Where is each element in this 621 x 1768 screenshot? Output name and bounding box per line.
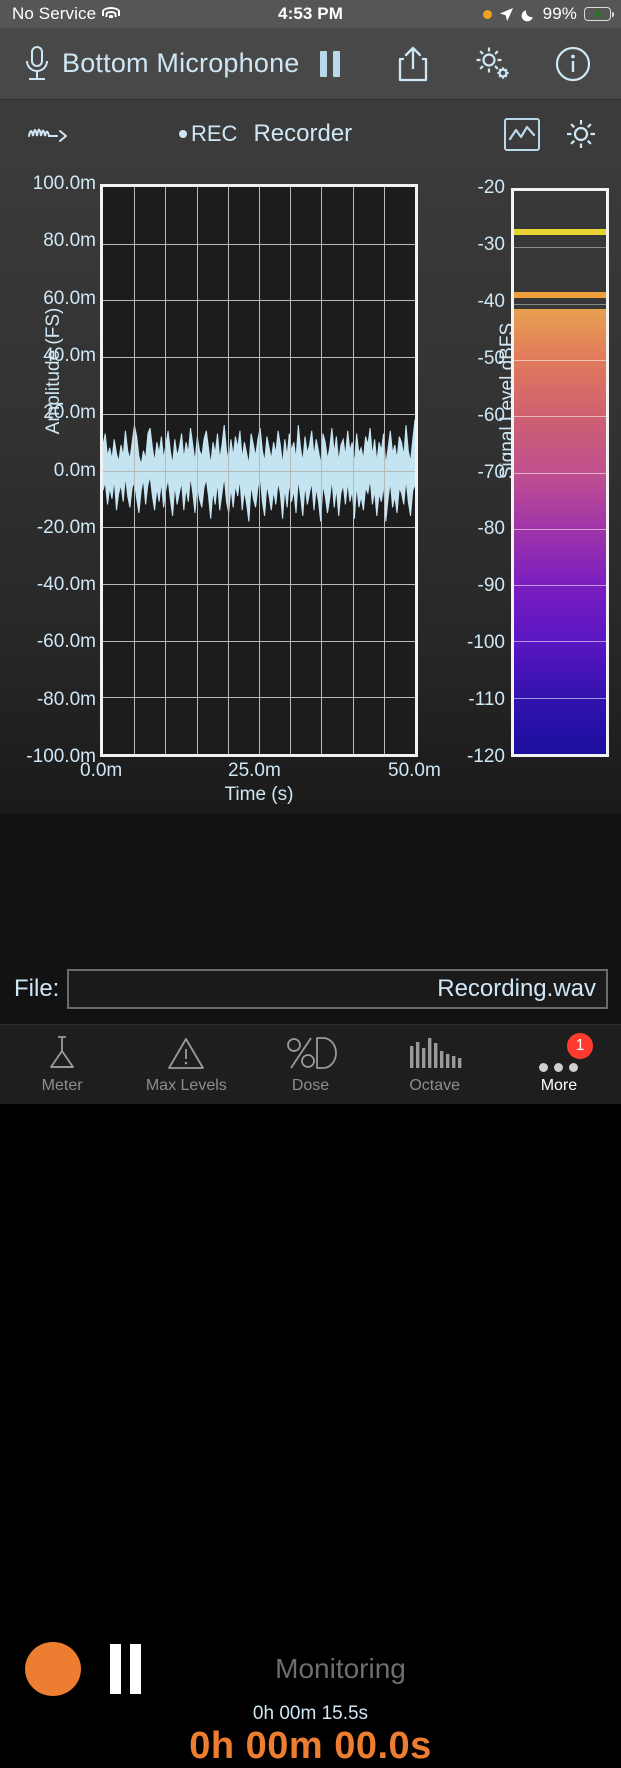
meter-grid-line [514,303,606,305]
grid-line-horizontal [103,414,415,415]
page-title: Bottom Microphone [62,48,300,78]
grid-line-horizontal [103,584,415,585]
more-badge: 1 [567,1033,594,1059]
meter-grid-line [514,528,606,530]
meter-grid-line [514,585,606,587]
elapsed-time: 0h 00m 15.5s [252,1703,369,1724]
y-tick-7: -40.0m [36,574,96,596]
meter-level-fill [514,309,606,754]
grid-line-horizontal [103,471,415,472]
tab-label-octave: Octave [409,1077,461,1094]
y-axis-ticks: 100.0m 80.0m 60.0m 40.0m 20.0m 0.0m -20.0m -40.… [0,168,96,767]
meter-tick-1: -30 [477,233,505,255]
gears-icon[interactable] [472,44,514,84]
grid-line-horizontal [103,357,415,358]
status-label: Monitoring [275,1653,406,1684]
signal-level-meter[interactable] [511,188,609,757]
transport-bar: Monitoring 0h 00m 15.5s 0h 00m 00.0s [0,813,621,1767]
meter-tick-4: -60 [477,404,505,426]
grid-line-horizontal [103,244,415,245]
flask-meter-icon [42,1034,82,1072]
tab-meter[interactable]: Meter [0,1025,124,1104]
tab-max-levels[interactable]: Max Levels [124,1025,248,1104]
file-name-input[interactable]: Recording.wav [67,969,608,1009]
recorder-title: Recorder [253,120,353,147]
grid-line-horizontal [103,300,415,301]
y-tick-8: -60.0m [36,631,96,653]
rec-label: REC [191,121,238,146]
y-tick-5: 0.0m [53,459,96,481]
microphone-icon[interactable] [22,44,52,84]
meter-grid-line [514,641,606,643]
status-bar: No Service 4:53 PM 99% [0,0,621,28]
meter-grid-line [514,416,606,418]
tab-bar: Meter Max Levels Dose Octave 1 More [0,1024,621,1104]
meter-tick-3: -50 [477,347,505,369]
tab-label-more: More [540,1077,578,1094]
meter-recent-peak [514,291,606,298]
tab-octave[interactable]: Octave [373,1025,497,1104]
meter-tick-6: -80 [477,518,505,540]
info-circle-icon[interactable] [554,45,592,83]
warning-triangle-icon [165,1034,207,1072]
grid-line-horizontal [103,527,415,528]
file-row: File: Recording.wav [0,965,621,1013]
meter-tick-7: -90 [477,575,505,597]
y-tick-2: 60.0m [43,287,96,309]
waveform-plot[interactable] [100,184,418,757]
y-tick-0: 100.0m [32,173,96,194]
gear-icon[interactable] [561,115,601,153]
tab-more[interactable]: 1 More [497,1025,621,1104]
battery-charging-icon [584,7,614,21]
y-tick-9: -80.0m [36,688,96,710]
meter-grid-line [514,697,606,699]
rec-indicator: REC [179,121,237,147]
octave-bars-icon [407,1034,463,1072]
recording-indicator-dot [482,9,492,19]
rec-dot-icon [179,130,187,138]
pause-icon[interactable] [319,50,340,77]
grid-line-horizontal [103,641,415,642]
y-tick-1: 80.0m [43,230,96,252]
meter-tick-9: -110 [468,689,505,711]
meter-grid-line [514,247,606,249]
tab-label-meter: Meter [41,1077,83,1094]
sub-toolbar: REC Recorder [0,100,621,168]
status-bar-right: 99% [482,4,614,24]
tab-dose[interactable]: Dose [248,1025,372,1104]
file-label: File: [14,975,60,1002]
battery-percent-label: 99% [542,4,577,23]
share-icon[interactable] [396,45,430,83]
meter-grid-line [514,472,606,474]
recording-timer: 0h 00m 00.0s [189,1725,432,1767]
y-tick-6: -20.0m [36,516,96,538]
x-tick-2: 50.0m [388,760,441,781]
waveform-signal-icon[interactable] [26,119,74,149]
location-arrow-icon [499,7,513,21]
meter-peak-hold [514,228,606,235]
grid-line-horizontal [103,697,415,698]
tab-label-dose: Dose [291,1077,330,1094]
title-bar: Bottom Microphone [0,28,621,100]
tab-label-max-levels: Max Levels [145,1077,227,1094]
moon-icon [521,9,533,21]
percent-d-icon [284,1034,338,1072]
meter-tick-8: -100 [466,632,505,654]
meter-tick-5: -70 [477,461,505,483]
y-tick-4: 20.0m [43,402,96,424]
meter-grid-line [514,359,606,361]
meter-tick-10: -120 [466,746,505,767]
x-axis-label: Time (s) [224,784,294,805]
meter-tick-0: -20 [477,177,505,198]
line-chart-icon[interactable] [504,117,540,151]
meter-tick-2: -40 [477,290,505,312]
x-tick-0: 0.0m [80,760,123,781]
x-tick-1: 25.0m [228,760,281,781]
y-tick-3: 40.0m [43,344,96,366]
